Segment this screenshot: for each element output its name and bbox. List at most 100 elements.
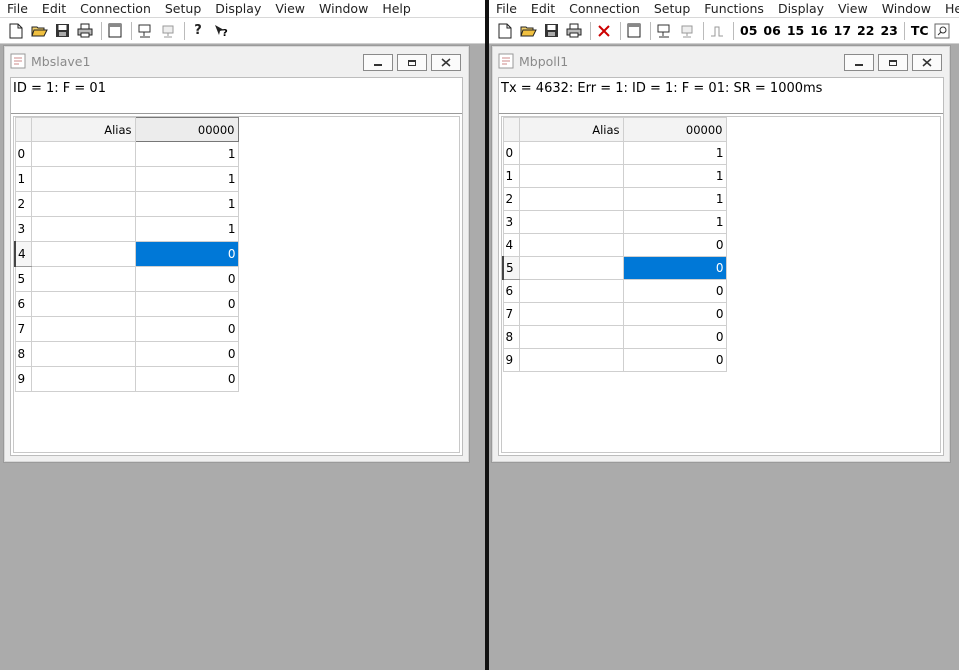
alias-cell[interactable] — [30, 316, 136, 342]
alias-cell[interactable] — [518, 187, 624, 211]
alias-cell[interactable] — [518, 256, 624, 280]
row-index[interactable]: 0 — [14, 141, 32, 167]
value-cell[interactable]: 1 — [622, 164, 727, 188]
row-index[interactable]: 7 — [502, 302, 520, 326]
alias-column-header[interactable]: Alias — [30, 117, 136, 142]
minimize-button[interactable] — [363, 54, 393, 71]
alias-cell[interactable] — [30, 241, 136, 267]
alias-cell[interactable] — [518, 210, 624, 234]
slave-menu-view[interactable]: View — [268, 0, 312, 17]
restore-button[interactable] — [397, 54, 427, 71]
row-index[interactable]: 1 — [14, 166, 32, 192]
alias-cell[interactable] — [518, 164, 624, 188]
row-index[interactable]: 6 — [502, 279, 520, 303]
print-icon[interactable] — [564, 21, 584, 41]
poll-menu-window[interactable]: Window — [875, 0, 938, 17]
context-help-icon[interactable]: ? — [211, 21, 231, 41]
poll-menu-display[interactable]: Display — [771, 0, 831, 17]
alias-cell[interactable] — [518, 279, 624, 303]
slave-menu-display[interactable]: Display — [208, 0, 268, 17]
poll-menu-setup[interactable]: Setup — [647, 0, 697, 17]
row-index[interactable]: 3 — [502, 210, 520, 234]
row-index[interactable]: 5 — [14, 266, 32, 292]
alias-cell[interactable] — [30, 141, 136, 167]
close-x-icon[interactable] — [594, 21, 614, 41]
slave-menu-window[interactable]: Window — [312, 0, 375, 17]
row-index[interactable]: 7 — [14, 316, 32, 342]
row-index[interactable]: 9 — [502, 348, 520, 372]
slave-menu-connection[interactable]: Connection — [73, 0, 158, 17]
connect-icon[interactable] — [654, 21, 674, 41]
value-cell[interactable]: 0 — [134, 316, 239, 342]
function-23-button[interactable]: 23 — [877, 23, 900, 38]
tc-button[interactable]: TC — [908, 23, 932, 38]
alias-cell[interactable] — [30, 166, 136, 192]
slave-menu-setup[interactable]: Setup — [158, 0, 208, 17]
row-index[interactable]: 6 — [14, 291, 32, 317]
value-cell[interactable]: 1 — [622, 187, 727, 211]
value-cell[interactable]: 0 — [134, 291, 239, 317]
function-22-button[interactable]: 22 — [854, 23, 877, 38]
value-cell[interactable]: 1 — [622, 210, 727, 234]
selected-value-cell[interactable]: 0 — [622, 256, 727, 280]
alias-cell[interactable] — [30, 341, 136, 367]
row-index[interactable]: 1 — [502, 164, 520, 188]
alias-cell[interactable] — [518, 233, 624, 257]
function-17-button[interactable]: 17 — [831, 23, 854, 38]
row-index[interactable]: 8 — [502, 325, 520, 349]
row-index[interactable]: 0 — [502, 141, 520, 165]
slave-window-titlebar[interactable]: Mbslave1 — [4, 46, 469, 76]
alias-cell[interactable] — [30, 216, 136, 242]
value-cell[interactable]: 1 — [134, 191, 239, 217]
value-cell[interactable]: 0 — [134, 266, 239, 292]
alias-cell[interactable] — [518, 141, 624, 165]
poll-menu-file[interactable]: File — [489, 0, 524, 17]
row-index[interactable]: 2 — [502, 187, 520, 211]
row-index[interactable]: 3 — [14, 216, 32, 242]
row-index[interactable]: 8 — [14, 341, 32, 367]
row-index-active[interactable]: 5 — [502, 256, 520, 280]
poll-menu-view[interactable]: View — [831, 0, 875, 17]
slave-menu-file[interactable]: File — [0, 0, 35, 17]
new-file-icon[interactable] — [495, 21, 515, 41]
open-folder-icon[interactable] — [29, 21, 49, 41]
function-05-button[interactable]: 05 — [737, 23, 760, 38]
value-cell[interactable]: 1 — [134, 141, 239, 167]
slave-menu-edit[interactable]: Edit — [35, 0, 73, 17]
value-cell[interactable]: 1 — [134, 166, 239, 192]
value-column-header[interactable]: 00000 — [134, 117, 239, 142]
pulse-icon[interactable] — [707, 21, 727, 41]
alias-cell[interactable] — [30, 291, 136, 317]
slave-menu-help[interactable]: Help — [375, 0, 418, 17]
search-icon[interactable] — [932, 21, 952, 41]
row-index[interactable]: 4 — [502, 233, 520, 257]
value-cell[interactable]: 1 — [622, 141, 727, 165]
row-index-active[interactable]: 4 — [14, 241, 32, 267]
row-index[interactable]: 9 — [14, 366, 32, 392]
function-16-button[interactable]: 16 — [807, 23, 830, 38]
poll-menu-edit[interactable]: Edit — [524, 0, 562, 17]
value-cell[interactable]: 0 — [134, 366, 239, 392]
alias-cell[interactable] — [30, 266, 136, 292]
value-cell[interactable]: 0 — [622, 302, 727, 326]
alias-cell[interactable] — [30, 191, 136, 217]
function-06-button[interactable]: 06 — [760, 23, 783, 38]
function-15-button[interactable]: 15 — [784, 23, 807, 38]
value-column-header[interactable]: 00000 — [622, 117, 727, 142]
alias-cell[interactable] — [518, 348, 624, 372]
minimize-button[interactable] — [844, 54, 874, 71]
poll-menu-functions[interactable]: Functions — [697, 0, 771, 17]
alias-cell[interactable] — [518, 302, 624, 326]
value-cell[interactable]: 0 — [622, 325, 727, 349]
connect-icon[interactable] — [135, 21, 155, 41]
disconnect-icon[interactable] — [677, 21, 697, 41]
poll-menu-help[interactable]: Help — [938, 0, 959, 17]
value-cell[interactable]: 0 — [622, 279, 727, 303]
help-icon[interactable]: ? — [188, 21, 208, 41]
window-icon[interactable] — [105, 21, 125, 41]
value-cell[interactable]: 0 — [622, 348, 727, 372]
value-cell[interactable]: 0 — [622, 233, 727, 257]
poll-menu-connection[interactable]: Connection — [562, 0, 647, 17]
print-icon[interactable] — [75, 21, 95, 41]
row-index[interactable]: 2 — [14, 191, 32, 217]
